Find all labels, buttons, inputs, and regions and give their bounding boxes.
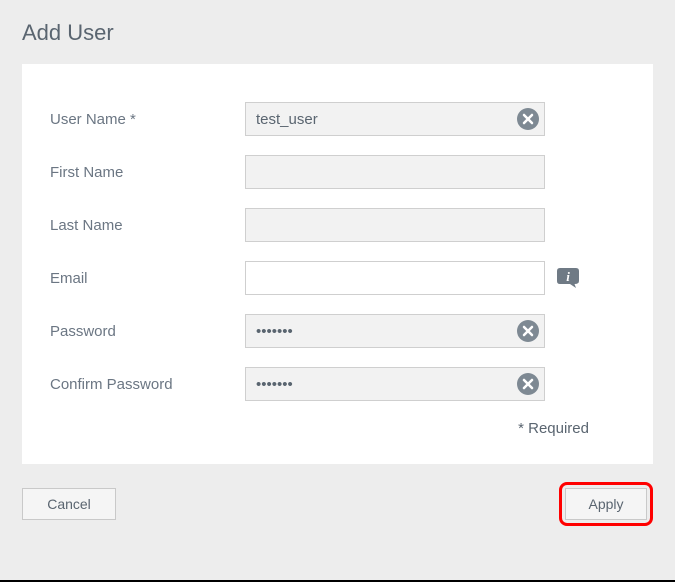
clear-icon[interactable] [517, 108, 539, 130]
field-row-confirm-password: Confirm Password [50, 367, 625, 401]
field-row-email: Email i [50, 261, 625, 295]
email-input[interactable] [245, 261, 545, 295]
password-label: Password [50, 323, 245, 340]
cancel-button[interactable]: Cancel [22, 488, 116, 520]
username-input[interactable] [245, 102, 545, 136]
firstname-input[interactable] [245, 155, 545, 189]
confirm-password-label: Confirm Password [50, 376, 245, 393]
firstname-label: First Name [50, 164, 245, 181]
confirm-password-input-wrap [245, 367, 545, 401]
lastname-input[interactable] [245, 208, 545, 242]
button-bar: Cancel Apply [0, 464, 675, 526]
email-input-wrap [245, 261, 545, 295]
lastname-label: Last Name [50, 217, 245, 234]
page-title: Add User [22, 20, 653, 46]
firstname-input-wrap [245, 155, 545, 189]
info-icon[interactable]: i [557, 268, 579, 288]
clear-icon[interactable] [517, 320, 539, 342]
apply-button[interactable]: Apply [565, 488, 647, 520]
field-row-username: User Name * [50, 102, 625, 136]
password-input-wrap [245, 314, 545, 348]
svg-text:i: i [566, 269, 570, 284]
confirm-password-input[interactable] [245, 367, 545, 401]
field-row-firstname: First Name [50, 155, 625, 189]
username-label: User Name * [50, 111, 245, 128]
username-input-wrap [245, 102, 545, 136]
email-label: Email [50, 270, 245, 287]
lastname-input-wrap [245, 208, 545, 242]
field-row-lastname: Last Name [50, 208, 625, 242]
password-input[interactable] [245, 314, 545, 348]
apply-highlight: Apply [559, 482, 653, 526]
field-row-password: Password [50, 314, 625, 348]
clear-icon[interactable] [517, 373, 539, 395]
add-user-form: User Name * First Name Last Name [22, 64, 653, 464]
required-note: * Required [50, 420, 625, 437]
